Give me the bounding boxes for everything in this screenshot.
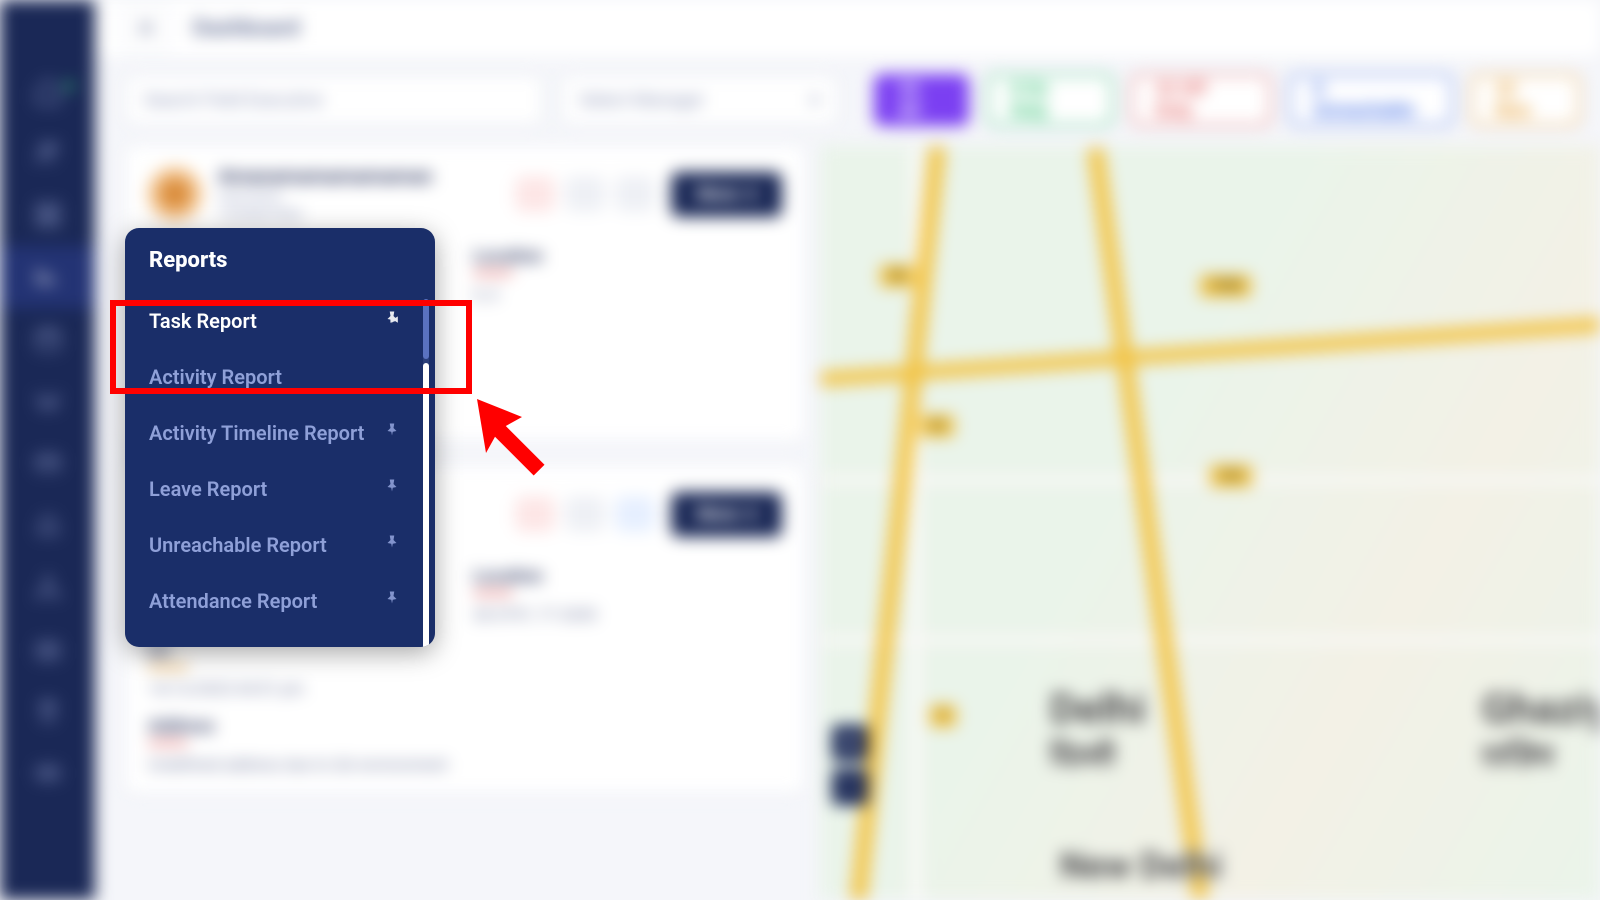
city-label: Delhi दिल्ली xyxy=(1050,685,1146,775)
avatar xyxy=(148,167,202,221)
lu-value: 14/12/2023 04:51 pm xyxy=(148,679,457,698)
address-value: Undefined address due to QA environment xyxy=(148,755,782,774)
report-item-leave[interactable]: Leave Report xyxy=(125,461,425,517)
map-panel[interactable]: 48 44 709B 334 9 Delhi दिल्ली New Delhi … xyxy=(820,145,1600,900)
pin-icon xyxy=(383,477,401,501)
more-button[interactable]: More▾ xyxy=(671,172,782,217)
report-item-label: Attendance Report xyxy=(149,589,317,613)
report-item-activity-timeline[interactable]: Activity Timeline Report xyxy=(125,405,425,461)
status-chip-blue xyxy=(615,496,655,532)
nav-calendar-icon[interactable] xyxy=(0,308,95,370)
status-chip-grey xyxy=(565,176,605,212)
nav-money-icon[interactable] xyxy=(0,742,95,804)
city-label: New Delhi xyxy=(1060,845,1222,887)
exec-number: 1234567890 xyxy=(218,206,499,224)
city-label: Ghaziy ग़ाज़िय xyxy=(1482,685,1600,775)
nav-card-icon[interactable] xyxy=(0,432,95,494)
more-label: More xyxy=(697,184,739,205)
chevron-down-icon: ▾ xyxy=(810,90,819,111)
report-item-label: Leave Report xyxy=(149,477,267,501)
menu-button[interactable] xyxy=(123,5,169,51)
report-item-label: Activity Timeline Report xyxy=(149,421,364,445)
reports-popover: Reports Task Report Activity Report . Ac… xyxy=(125,228,435,647)
annotation-highlight xyxy=(110,300,472,394)
nav-users-icon[interactable] xyxy=(0,122,95,184)
status-chip-grey xyxy=(565,496,605,532)
filter-onduty-button[interactable]: 0 On Duty xyxy=(987,74,1114,126)
search-executive-input[interactable]: Search Field Executive xyxy=(125,75,543,125)
select-manager-dropdown[interactable]: Select Manager ▾ xyxy=(561,75,839,125)
nav-bell-icon[interactable] xyxy=(0,494,95,556)
more-label: More xyxy=(697,504,739,525)
filter-new-button[interactable]: 32 New xyxy=(1471,74,1580,126)
pin-icon xyxy=(383,589,401,613)
status-chip-red xyxy=(515,176,555,212)
location-value: 28.5797, 77.3205 xyxy=(473,605,782,624)
map-zoom-out[interactable]: − xyxy=(832,769,868,805)
filter-all-button[interactable]: 34 All xyxy=(874,74,969,126)
nav-trash-icon[interactable] xyxy=(0,680,95,742)
hwy-shield: 44 xyxy=(920,415,954,437)
filter-offduty-button[interactable]: 32 Off Duty xyxy=(1131,74,1271,126)
select-manager-label: Select Manager xyxy=(580,90,705,111)
nav-w-icon[interactable] xyxy=(0,370,95,432)
address-label: Address xyxy=(148,716,782,737)
report-item-unreachable[interactable]: Unreachable Report xyxy=(125,517,425,573)
hwy-shield: 9 xyxy=(930,705,956,727)
exec-name: Amanamamamamaman xyxy=(218,164,499,188)
page-title: Dashboard xyxy=(193,16,299,41)
hwy-shield: 334 xyxy=(1210,465,1252,487)
filter-unreachable-button[interactable]: 0 Unreachable xyxy=(1289,74,1453,126)
status-chip-red xyxy=(515,496,555,532)
sidebar xyxy=(0,0,95,900)
nav-reports-icon[interactable] xyxy=(0,246,95,308)
hwy-shield: 709B xyxy=(1200,275,1251,297)
nav-org-icon[interactable] xyxy=(0,556,95,618)
pin-icon xyxy=(383,421,401,445)
topbar: Dashboard xyxy=(95,0,1600,56)
location-label: Location xyxy=(473,566,782,587)
map-zoom-in[interactable]: + xyxy=(832,725,868,761)
scroll-thumb[interactable] xyxy=(423,363,429,647)
report-item-attendance[interactable]: Attendance Report xyxy=(125,573,425,629)
hwy-shield: 48 xyxy=(880,265,914,287)
location-label: Location xyxy=(473,246,782,267)
more-button[interactable]: More▾ xyxy=(671,492,782,537)
reports-header: Reports xyxy=(125,228,435,293)
nav-home-icon[interactable] xyxy=(0,60,95,122)
nav-camera-icon[interactable] xyxy=(0,618,95,680)
pin-icon xyxy=(383,533,401,557)
exec-role: executive xyxy=(218,188,499,206)
filter-row: Search Field Executive Select Manager ▾ … xyxy=(125,70,1580,130)
location-value: 0, 0 xyxy=(473,285,782,304)
nav-grid-icon[interactable] xyxy=(0,184,95,246)
status-chip-grey2 xyxy=(615,176,655,212)
annotation-arrow xyxy=(468,390,558,480)
report-item-label: Unreachable Report xyxy=(149,533,327,557)
